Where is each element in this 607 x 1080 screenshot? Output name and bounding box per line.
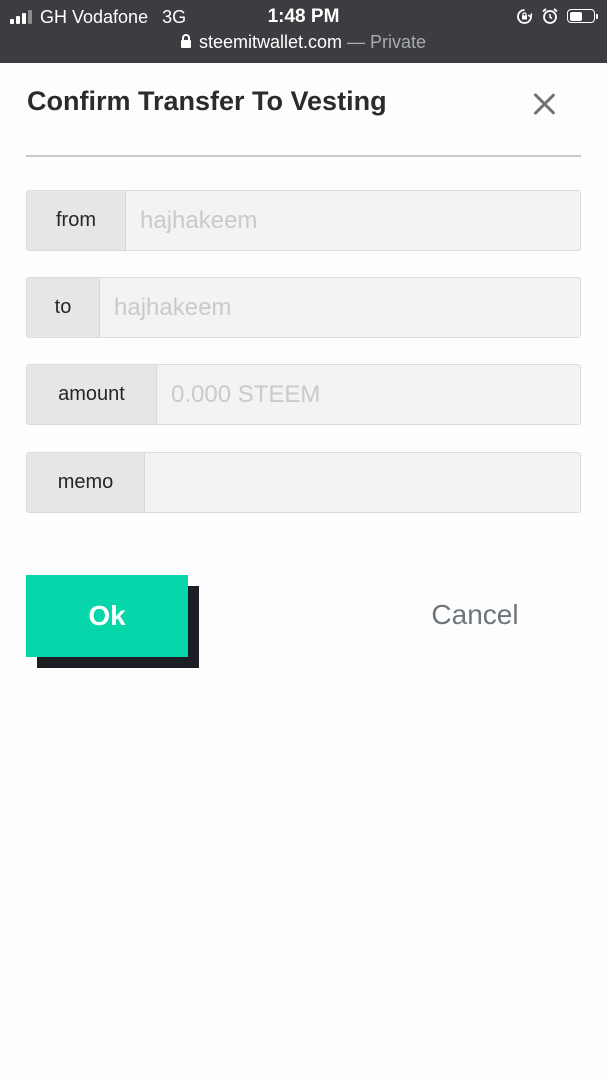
battery-icon [567, 9, 598, 23]
to-field-group: to [26, 277, 581, 338]
alarm-icon [542, 8, 558, 24]
private-label: — Private [347, 32, 427, 52]
from-label: from [27, 191, 126, 250]
orientation-lock-icon [517, 8, 533, 24]
memo-label: memo [27, 453, 145, 512]
from-input[interactable] [126, 191, 580, 250]
amount-field-group: amount [26, 364, 581, 425]
address-bar[interactable]: steemitwallet.com — Private [0, 32, 607, 53]
status-right [516, 7, 598, 25]
to-input[interactable] [100, 278, 580, 337]
ok-button-wrap: Ok [26, 575, 199, 668]
dialog-title: Confirm Transfer To Vesting [27, 86, 387, 116]
memo-field-group: memo [26, 452, 581, 513]
cancel-button[interactable]: Cancel [420, 595, 530, 635]
to-label: to [27, 278, 100, 337]
amount-label: amount [27, 365, 157, 424]
battery-level [569, 11, 582, 21]
lock-icon [180, 34, 191, 48]
close-icon[interactable] [528, 88, 560, 120]
memo-input[interactable] [145, 453, 580, 512]
url-text: steemitwallet.com [198, 32, 342, 52]
title-divider [26, 155, 581, 157]
ok-button[interactable]: Ok [26, 575, 188, 657]
amount-input[interactable] [157, 365, 580, 424]
status-and-url-bar: GH Vodafone 3G 1:48 PM steemitwallet.com… [0, 0, 607, 63]
from-field-group: from [26, 190, 581, 251]
